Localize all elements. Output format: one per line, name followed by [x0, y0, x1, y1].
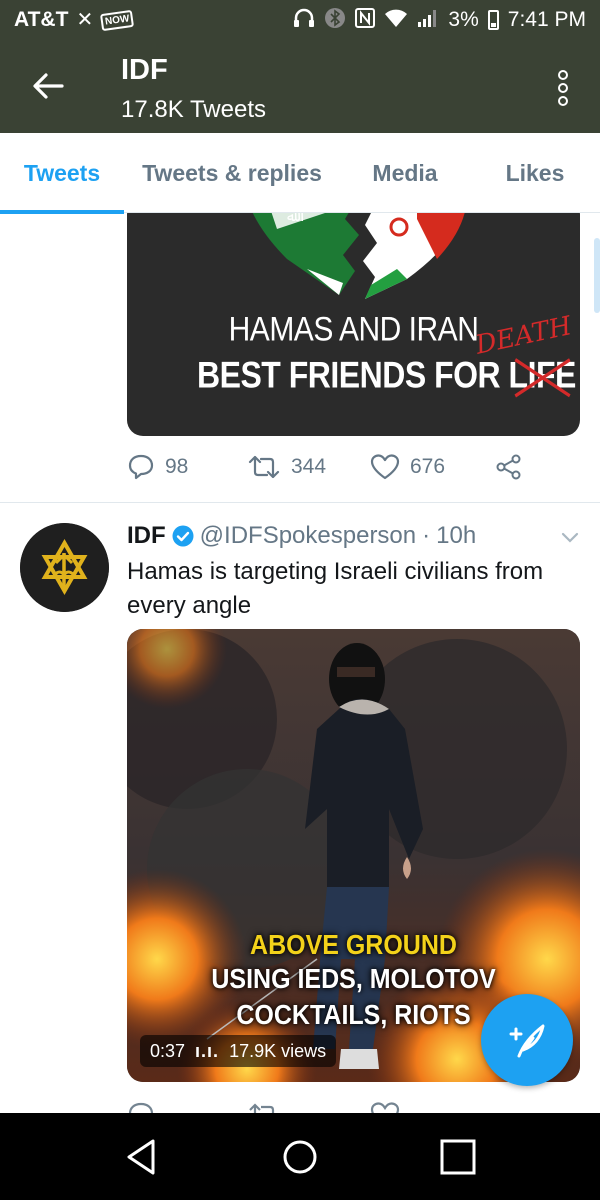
video-info-pill: 0:37 ı.ı. 17.9K views — [140, 1035, 337, 1067]
tab-tweets-replies[interactable]: Tweets & replies — [124, 133, 340, 213]
heart-icon — [370, 454, 400, 480]
profile-name: IDF — [121, 54, 168, 86]
tweet-divider — [0, 502, 600, 503]
chevron-down-icon[interactable] — [560, 531, 580, 545]
nav-home-icon[interactable] — [278, 1135, 322, 1179]
tweet-feed[interactable]: ﷲ HAMAS AND IRAN BEST FRIENDS FOR LIFE D… — [0, 213, 600, 1113]
tweet-timestamp[interactable]: 10h — [436, 522, 476, 550]
idf-emblem-icon — [20, 523, 109, 612]
retweet-button[interactable]: 344 — [247, 454, 370, 480]
like-count: 676 — [410, 455, 446, 478]
author-name[interactable]: IDF — [127, 522, 166, 550]
reply-button-2[interactable] — [127, 1101, 247, 1113]
tweet-actions: 98 344 676 — [127, 453, 523, 481]
reply-button[interactable]: 98 — [127, 453, 247, 481]
missed-call-icon: ✕ — [76, 9, 94, 31]
image-subline-prefix: BEST FRIENDS FOR — [197, 354, 509, 396]
bluetooth-icon — [324, 7, 346, 33]
share-button[interactable] — [495, 453, 523, 481]
tweet-count: 17.8K Tweets — [121, 96, 266, 123]
clock: 7:41 PM — [507, 8, 586, 31]
reply-icon — [128, 454, 154, 480]
video-duration: 0:37 — [150, 1040, 186, 1061]
headphones-icon — [293, 8, 315, 32]
overflow-menu-icon[interactable] — [556, 70, 570, 106]
tab-tweets[interactable]: Tweets — [0, 133, 124, 214]
reply-icon — [128, 1102, 154, 1113]
nav-recents-icon[interactable] — [436, 1135, 480, 1179]
audio-bars-icon: ı.ı. — [195, 1040, 220, 1061]
profile-header: IDF 17.8K Tweets — [0, 40, 600, 133]
status-bar: AT&T ✕ NOW 3% 7:41 PM — [0, 0, 600, 40]
retweet-button-2[interactable] — [247, 1102, 370, 1113]
tab-media[interactable]: Media — [340, 133, 470, 213]
compose-tweet-button[interactable] — [481, 994, 573, 1086]
scroll-indicator[interactable] — [594, 238, 600, 313]
back-arrow-icon[interactable] — [30, 68, 66, 104]
reply-count: 98 — [165, 455, 189, 478]
tab-likes[interactable]: Likes — [470, 133, 600, 213]
image-struck-word: LIFE — [508, 354, 577, 396]
tweet-actions-peek — [127, 1101, 495, 1113]
wifi-icon — [384, 8, 408, 32]
video-caption-1: ABOVE GROUND — [250, 929, 457, 961]
battery-percent: 3% — [448, 8, 479, 31]
video-caption-2: USING IEDS, MOLOTOV — [211, 963, 496, 995]
carrier-label: AT&T — [14, 8, 69, 31]
profile-tabs: Tweets Tweets & replies Media Likes — [0, 133, 600, 214]
verified-badge-icon — [172, 525, 194, 547]
retweet-icon — [249, 1103, 275, 1113]
now-badge: NOW — [100, 9, 135, 31]
retweet-icon — [248, 455, 280, 479]
nfc-icon — [355, 8, 376, 32]
video-views: 17.9K views — [229, 1040, 327, 1061]
heart-icon — [370, 1102, 400, 1113]
tweet-image[interactable]: ﷲ HAMAS AND IRAN BEST FRIENDS FOR LIFE D… — [127, 213, 580, 436]
avatar[interactable] — [20, 523, 109, 612]
nav-back-icon[interactable] — [120, 1135, 164, 1179]
tweet-text: Hamas is targeting Israeli civilians fro… — [127, 558, 544, 619]
image-subline: BEST FRIENDS FOR LIFE — [197, 354, 576, 397]
like-button-2[interactable] — [370, 1101, 495, 1113]
share-icon — [496, 454, 521, 480]
signal-icon — [417, 8, 439, 32]
battery-icon — [487, 10, 499, 30]
broken-heart-flags-graphic: ﷲ — [252, 213, 465, 299]
like-button[interactable]: 676 — [370, 453, 495, 481]
separator-dot: · — [422, 522, 431, 549]
system-nav-bar — [0, 1113, 600, 1200]
retweet-count: 344 — [291, 455, 327, 478]
compose-feather-icon — [509, 1024, 545, 1058]
author-handle[interactable]: @IDFSpokesperson — [200, 522, 416, 550]
tweet-header: IDF @IDFSpokesperson · 10h — [127, 522, 476, 550]
